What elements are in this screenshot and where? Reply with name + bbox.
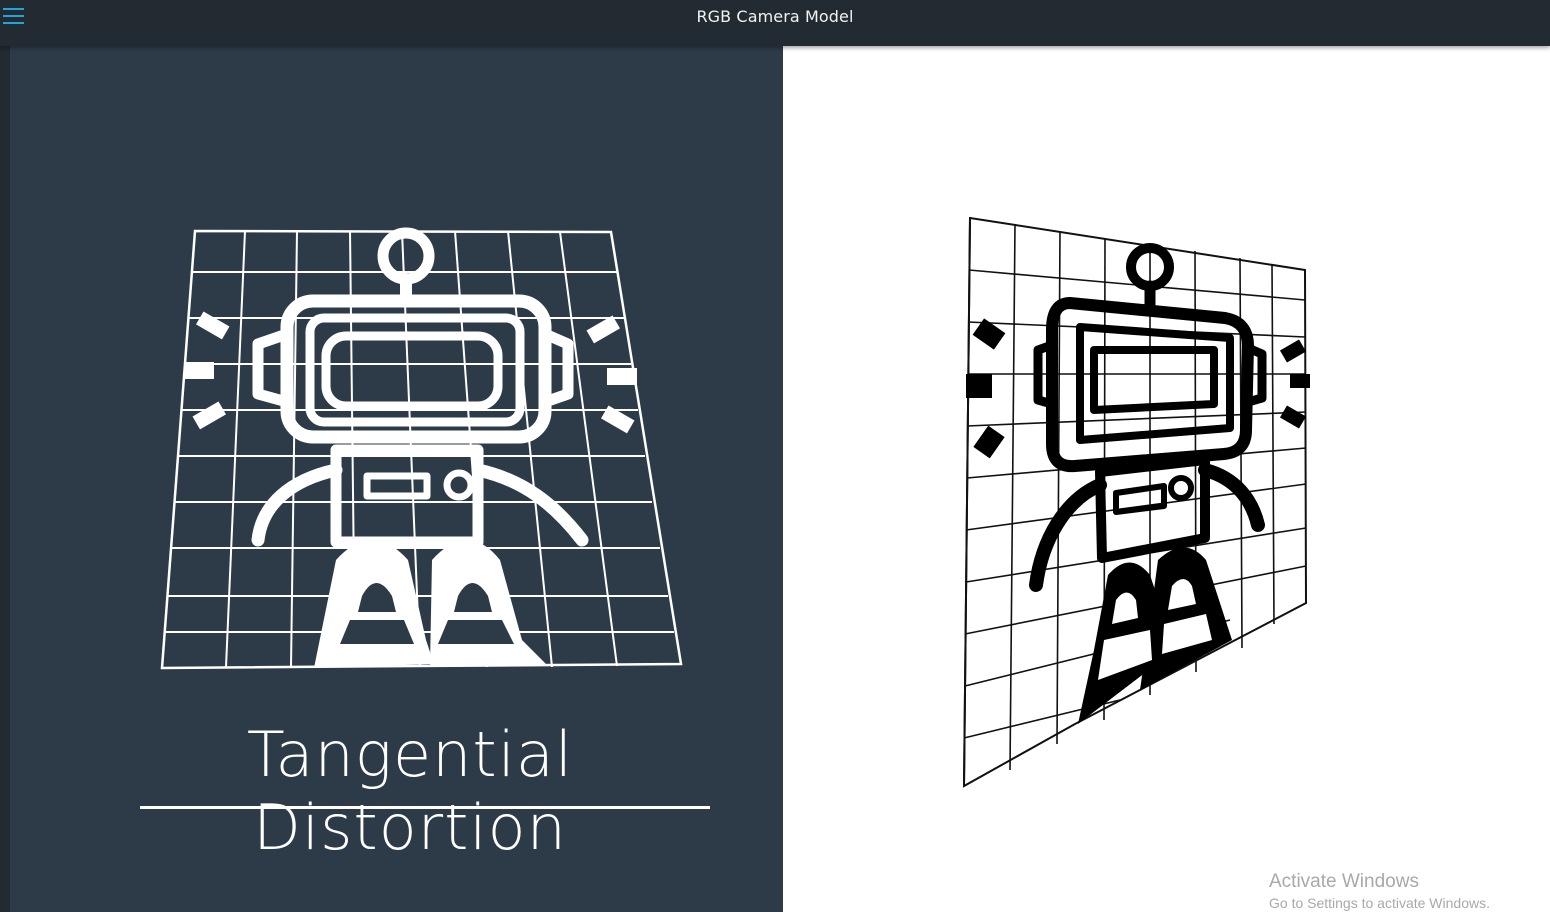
top-app-bar: RGB Camera Model bbox=[0, 0, 1550, 46]
distorted-robot-illustration bbox=[962, 216, 1310, 788]
window-title: RGB Camera Model bbox=[696, 7, 854, 26]
watermark-line2: Go to Settings to activate Windows. bbox=[1269, 895, 1490, 911]
watermark-line1: Activate Windows bbox=[1269, 871, 1419, 892]
activate-windows-watermark: Activate Windows Go to Settings to activ… bbox=[1269, 871, 1490, 911]
